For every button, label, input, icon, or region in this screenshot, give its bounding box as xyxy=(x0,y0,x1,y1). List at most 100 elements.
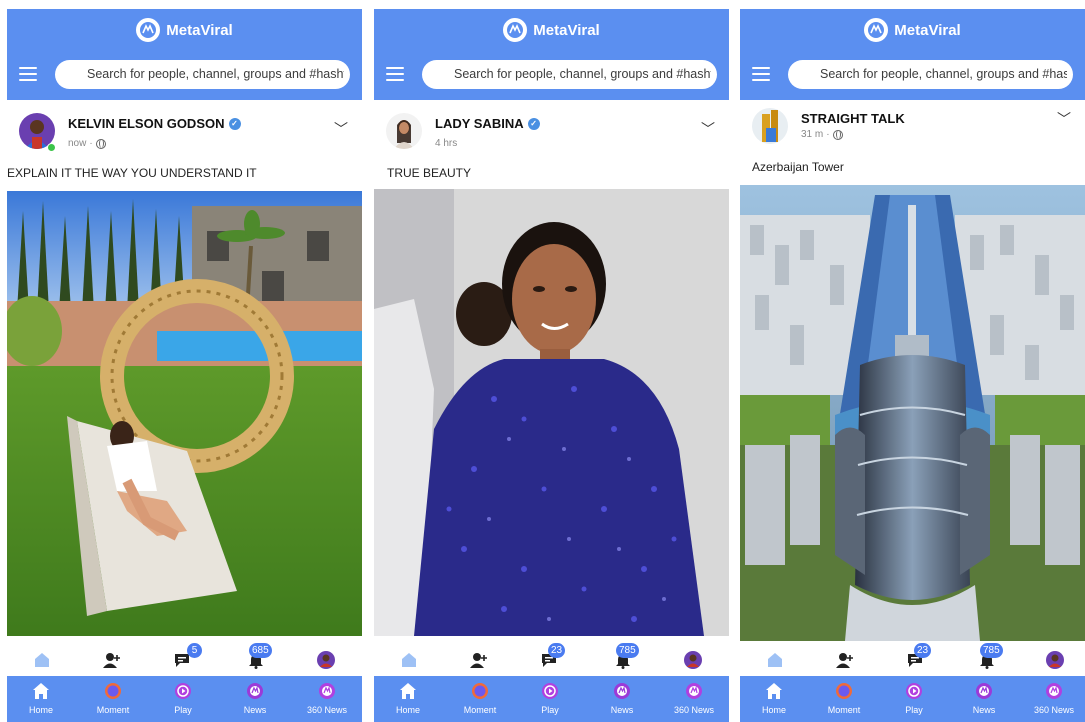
feed-action-bar: 23 785 xyxy=(740,643,1085,679)
360-news-icon xyxy=(686,683,702,699)
verified-badge-icon: ✓ xyxy=(228,117,241,130)
nav-play[interactable]: Play xyxy=(520,676,580,722)
nav-360-news[interactable]: 360 News xyxy=(297,676,357,722)
author-name-text: LADY SABINA xyxy=(435,116,524,131)
nav-home[interactable]: Home xyxy=(744,676,804,722)
moment-icon xyxy=(836,683,852,699)
nav-play-label: Play xyxy=(905,705,923,715)
metaviral-logo-icon xyxy=(503,18,528,42)
nav-play-label: Play xyxy=(541,705,559,715)
app-name: MetaViral xyxy=(894,21,961,39)
globe-icon xyxy=(832,129,843,140)
nav-home[interactable]: Home xyxy=(378,676,438,722)
360-news-icon xyxy=(319,683,335,699)
play-icon xyxy=(175,683,191,699)
hamburger-icon[interactable] xyxy=(19,67,37,81)
app-header: MetaViral Search for people, channel, gr… xyxy=(740,9,1085,100)
bottom-nav: Home Moment Play News 360 News xyxy=(374,676,729,722)
nav-news-label: News xyxy=(243,705,267,715)
separator-dot: · xyxy=(826,129,830,140)
author-name-text: KELVIN ELSON GODSON xyxy=(68,116,225,131)
notifications-badge: 685 xyxy=(249,643,272,658)
add-friend-icon[interactable] xyxy=(836,651,854,669)
nav-news[interactable]: News xyxy=(225,676,285,722)
messages-badge: 5 xyxy=(187,643,202,658)
brand: MetaViral xyxy=(374,18,729,42)
nav-home-label: Home xyxy=(28,705,53,715)
post-header: LADY SABINA ✓ 4 hrs ﹀ xyxy=(374,109,729,159)
notifications-badge: 785 xyxy=(980,643,1003,658)
nav-play-label: Play xyxy=(174,705,192,715)
home-icon[interactable] xyxy=(33,651,51,669)
online-status-icon xyxy=(47,143,56,152)
profile-avatar[interactable] xyxy=(317,651,335,669)
nav-news[interactable]: News xyxy=(592,676,652,722)
home-icon[interactable] xyxy=(400,651,418,669)
home-icon xyxy=(766,683,782,699)
metaviral-logo-icon xyxy=(136,18,161,42)
post-caption: TRUE BEAUTY xyxy=(387,166,472,180)
hamburger-icon[interactable] xyxy=(752,67,770,81)
search-placeholder: Search for people, channel, groups and #… xyxy=(820,67,1067,81)
profile-avatar[interactable] xyxy=(1046,651,1064,669)
nav-360-news[interactable]: 360 News xyxy=(664,676,724,722)
hamburger-icon[interactable] xyxy=(386,67,404,81)
home-icon[interactable] xyxy=(766,651,784,669)
post-caption: Azerbaijan Tower xyxy=(752,160,844,174)
search-input[interactable]: Search for people, channel, groups and #… xyxy=(422,60,717,89)
brand: MetaViral xyxy=(7,18,362,42)
news-icon xyxy=(976,683,992,699)
nav-play[interactable]: Play xyxy=(884,676,944,722)
nav-play[interactable]: Play xyxy=(153,676,213,722)
post-time: 31 m xyxy=(801,129,824,140)
nav-home-label: Home xyxy=(761,705,786,715)
search-input[interactable]: Search for people, channel, groups and #… xyxy=(788,60,1073,89)
nav-news-label: News xyxy=(610,705,634,715)
screenshot-collage: MetaViral Search for people, channel, gr… xyxy=(0,0,1085,722)
search-placeholder: Search for people, channel, groups and #… xyxy=(87,67,344,81)
nav-360-news[interactable]: 360 News xyxy=(1024,676,1084,722)
nav-360-news-label: 360 News xyxy=(306,705,348,715)
post-header: STRAIGHT TALK 31 m · ﹀ xyxy=(740,104,1085,154)
post-photo[interactable] xyxy=(7,191,362,636)
author-name[interactable]: STRAIGHT TALK xyxy=(801,111,905,126)
post-photo[interactable] xyxy=(740,185,1085,641)
nav-360-news-label: 360 News xyxy=(1033,705,1075,715)
app-name: MetaViral xyxy=(166,21,233,39)
phone-screen-straight-talk: MetaViral Search for people, channel, gr… xyxy=(740,9,1085,722)
chevron-down-icon[interactable]: ﹀ xyxy=(1057,109,1071,129)
nav-moment-label: Moment xyxy=(827,705,861,715)
author-avatar[interactable] xyxy=(386,113,422,149)
brand: MetaViral xyxy=(740,18,1085,42)
post-caption: EXPLAIN IT THE WAY YOU UNDERSTAND IT xyxy=(7,166,257,180)
nav-moment[interactable]: Moment xyxy=(83,676,143,722)
play-icon xyxy=(906,683,922,699)
add-friend-icon[interactable] xyxy=(470,651,488,669)
nav-home-label: Home xyxy=(395,705,420,715)
add-friend-icon[interactable] xyxy=(103,651,121,669)
search-placeholder: Search for people, channel, groups and #… xyxy=(454,67,711,81)
search-input[interactable]: Search for people, channel, groups and #… xyxy=(55,60,350,89)
nav-moment[interactable]: Moment xyxy=(814,676,874,722)
post-meta: now · xyxy=(68,138,106,149)
author-avatar[interactable] xyxy=(752,108,788,144)
post-photo[interactable] xyxy=(374,189,729,636)
author-name[interactable]: KELVIN ELSON GODSON ✓ xyxy=(68,116,241,131)
nav-home[interactable]: Home xyxy=(11,676,71,722)
nav-360-news-label: 360 News xyxy=(673,705,715,715)
nav-moment[interactable]: Moment xyxy=(450,676,510,722)
messages-badge: 23 xyxy=(914,643,932,658)
author-name[interactable]: LADY SABINA ✓ xyxy=(435,116,540,131)
phone-screen-kelvin: MetaViral Search for people, channel, gr… xyxy=(7,9,362,722)
post-meta: 31 m · xyxy=(801,129,843,140)
bottom-nav: Home Moment Play News 360 News xyxy=(7,676,362,722)
nav-news[interactable]: News xyxy=(954,676,1014,722)
chevron-down-icon[interactable]: ﹀ xyxy=(334,119,348,139)
profile-avatar[interactable] xyxy=(684,651,702,669)
360-news-icon xyxy=(1046,683,1062,699)
chevron-down-icon[interactable]: ﹀ xyxy=(701,119,715,139)
nav-news-label: News xyxy=(972,705,996,715)
home-icon xyxy=(33,683,49,699)
nav-moment-label: Moment xyxy=(463,705,497,715)
nav-moment-label: Moment xyxy=(96,705,130,715)
